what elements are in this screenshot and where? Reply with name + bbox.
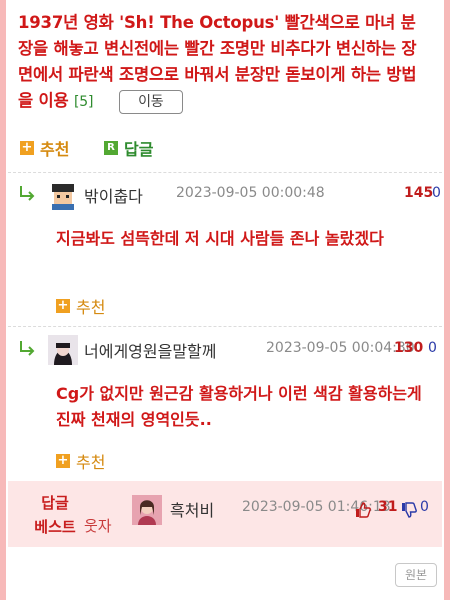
thumbs-up-icon[interactable]: [354, 501, 372, 519]
post-title[interactable]: 1937년 영화 'Sh! The Octopus' 빨간색으로 마녀 분장을 …: [18, 10, 418, 115]
reply-button[interactable]: R 답글: [104, 136, 153, 160]
comment-date: 2023-09-05 00:00:48: [176, 185, 325, 201]
comment-nickname[interactable]: 너에게영원을말할께: [84, 338, 216, 362]
comment-date: 2023-09-05 00:04:30: [266, 340, 415, 356]
recommend-label: 추천: [40, 140, 70, 159]
best-category: 웃자: [84, 517, 112, 535]
like-count: 145: [404, 185, 434, 201]
dislike-count: 0: [432, 185, 441, 201]
recommend-button[interactable]: + 추천: [20, 136, 69, 160]
thumbs-down-icon[interactable]: [400, 501, 418, 519]
reply-arrow-icon: [20, 186, 35, 201]
best-nickname[interactable]: 흑처비: [170, 497, 214, 521]
best-like-count: 31: [378, 499, 398, 515]
page-frame-right: [444, 0, 450, 600]
reply-icon: R: [104, 141, 118, 155]
like-count: 130: [394, 340, 424, 356]
page-frame-left: [0, 0, 6, 600]
comment-text: Cg가 없지만 원근감 활용하거나 이런 색감 활용하는게 진짜 천재의 영역인…: [56, 384, 422, 429]
plus-icon: +: [56, 298, 70, 313]
plus-icon: +: [56, 453, 70, 468]
plus-icon: +: [20, 140, 34, 155]
best-reply-box: 답글 베스트 웃자 흑처비 2023-09-05 01:46:13 31 0: [8, 481, 442, 547]
comment-nickname[interactable]: 밖이춥다: [84, 183, 143, 207]
best-label-line2: 베스트: [34, 518, 76, 536]
comment-recommend-button[interactable]: + 추천: [56, 294, 105, 318]
reply-count: [5]: [74, 94, 94, 110]
divider: [8, 172, 442, 173]
avatar[interactable]: [48, 335, 78, 365]
comment-text: 지금봐도 섬뜩한데 저 시대 사람들 존나 놀랐겠다: [56, 229, 384, 248]
comment-recommend-label: 추천: [76, 298, 106, 317]
comment-meta: 밖이춥다 2023-09-05 00:00:48 145 0: [18, 180, 441, 210]
dislike-count: 0: [428, 340, 437, 356]
move-button[interactable]: 이동: [118, 89, 183, 114]
best-dislike-count: 0: [420, 499, 429, 515]
comment-recommend-button[interactable]: + 추천: [56, 449, 105, 473]
comment-meta: 너에게영원을말할께 2023-09-05 00:04:30 130 0: [18, 335, 438, 365]
comment-recommend-label: 추천: [76, 453, 106, 472]
reply-arrow-icon: [20, 341, 35, 356]
avatar[interactable]: [132, 495, 162, 525]
divider: [8, 326, 442, 327]
reply-label: 답글: [124, 140, 154, 159]
best-reply-label: 답글 베스트: [22, 491, 88, 539]
original-button[interactable]: 원본: [395, 563, 437, 587]
best-label-line1: 답글: [41, 494, 69, 512]
avatar[interactable]: [48, 180, 78, 210]
